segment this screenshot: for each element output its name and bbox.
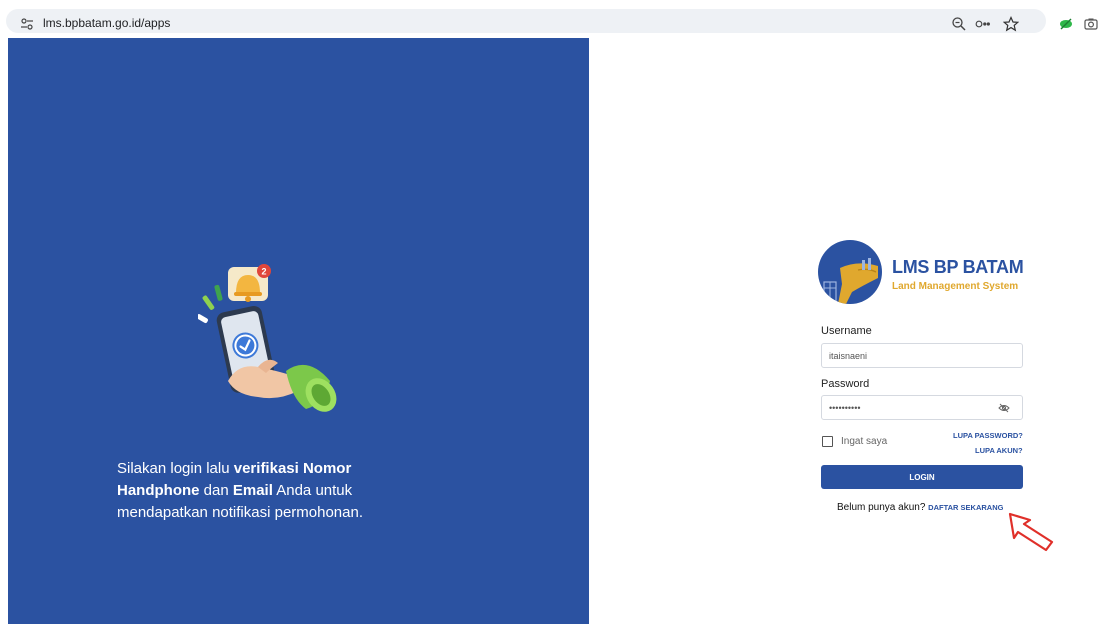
- lms-logo: [818, 240, 882, 304]
- bookmark-star-icon[interactable]: [1003, 16, 1019, 32]
- logo-title: LMS BP BATAM: [892, 257, 1024, 277]
- url-text[interactable]: lms.bpbatam.go.id/apps: [43, 16, 170, 30]
- lms-logo-icon: [823, 258, 878, 304]
- promo-message: Silakan login lalu verifikasi Nomor Hand…: [117, 460, 363, 521]
- login-button[interactable]: LOGIN: [821, 465, 1023, 489]
- password-field-box[interactable]: [821, 395, 1023, 420]
- username-input[interactable]: [822, 344, 992, 367]
- forgot-account-link[interactable]: LUPA AKUN?: [975, 446, 1023, 455]
- eye-slash-icon[interactable]: [998, 402, 1010, 414]
- logo-subtitle: Land Management System: [892, 281, 1019, 292]
- extension-icon[interactable]: [1058, 16, 1074, 32]
- username-label: Username: [821, 325, 872, 337]
- remember-label: Ingat saya: [841, 436, 888, 447]
- register-row: Belum punya akun? DAFTAR SEKARANG: [837, 502, 1003, 513]
- camera-icon[interactable]: [1083, 16, 1099, 32]
- forgot-password-link[interactable]: LUPA PASSWORD?: [953, 431, 1023, 440]
- browser-address-bar: lms.bpbatam.go.id/apps: [0, 6, 1100, 36]
- remember-me[interactable]: Ingat saya: [822, 436, 887, 447]
- site-settings-icon[interactable]: [20, 17, 34, 31]
- password-input[interactable]: [822, 396, 992, 419]
- promo-panel: 2 Silakan login lalu verifikasi Nomor Ha…: [8, 38, 589, 624]
- username-field-box[interactable]: [821, 343, 1023, 368]
- bell-icon: 2: [228, 264, 271, 302]
- register-prompt: Belum punya akun?: [837, 502, 929, 513]
- password-label: Password: [821, 378, 870, 390]
- notification-badge: 2: [261, 267, 266, 277]
- annotation-arrow-icon: [1008, 512, 1054, 552]
- phone-verification-illustration: 2: [198, 264, 337, 412]
- remember-checkbox[interactable]: [822, 436, 833, 447]
- register-link[interactable]: DAFTAR SEKARANG: [928, 503, 1003, 512]
- password-key-icon[interactable]: [975, 16, 991, 32]
- zoom-icon[interactable]: [951, 16, 967, 32]
